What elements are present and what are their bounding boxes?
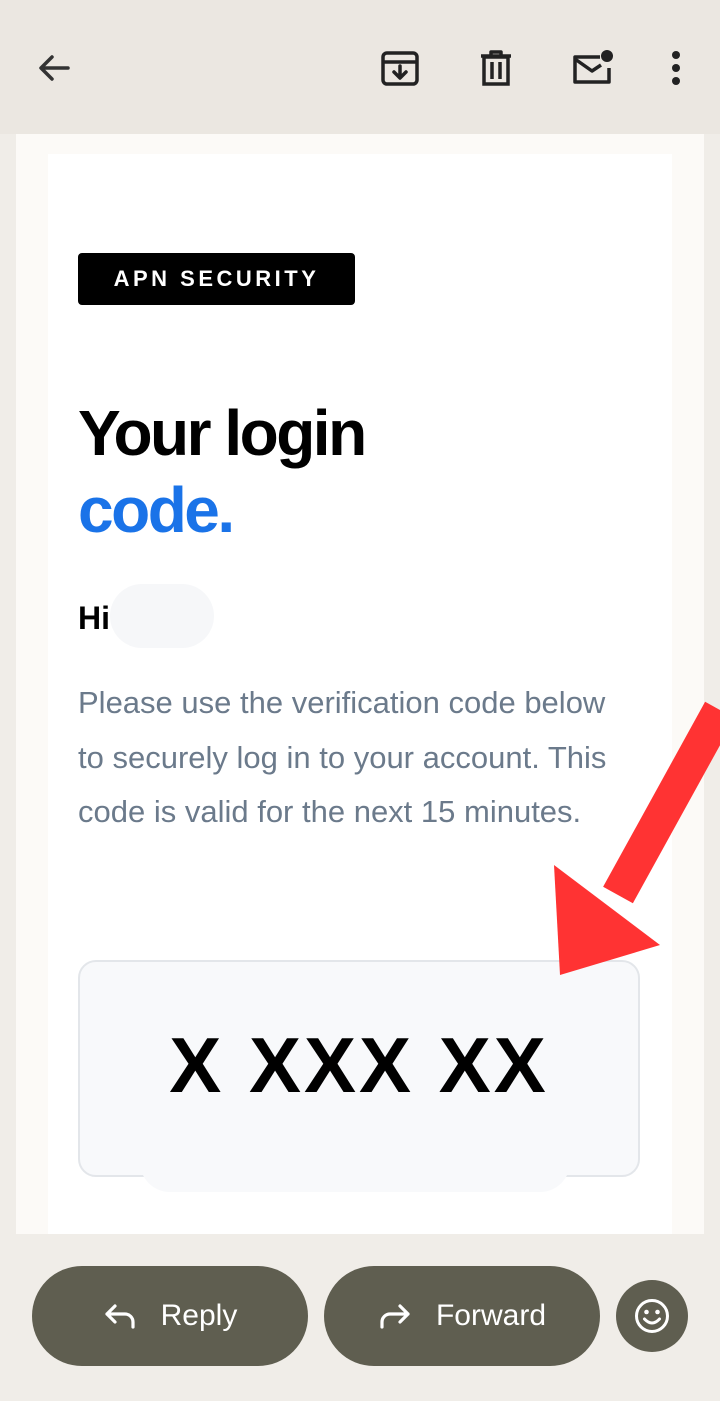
email-title-accent: code. xyxy=(78,474,235,546)
more-options-button[interactable] xyxy=(646,38,706,98)
reply-icon xyxy=(103,1301,137,1331)
forward-button[interactable]: Forward xyxy=(324,1266,600,1366)
code-box-overlay xyxy=(140,1160,570,1192)
emoji-react-icon xyxy=(635,1299,669,1333)
mail-unread-icon xyxy=(573,50,613,84)
mark-unread-button[interactable] xyxy=(562,38,622,98)
archive-icon xyxy=(381,51,419,86)
delete-button[interactable] xyxy=(466,38,526,98)
greeting: Hi xyxy=(78,600,110,636)
top-app-bar xyxy=(0,0,720,134)
email-body-text: Please use the verification code below t… xyxy=(78,685,607,829)
email-title: Your login xyxy=(78,397,367,469)
annotation-arrow-icon xyxy=(554,701,720,975)
back-button[interactable] xyxy=(24,38,84,98)
reply-button[interactable]: Reply xyxy=(32,1266,308,1366)
redacted-name xyxy=(110,584,214,648)
more-vert-icon xyxy=(672,51,680,85)
forward-label: Forward xyxy=(435,1299,547,1332)
archive-button[interactable] xyxy=(370,38,430,98)
sender-badge: APN SECURITY xyxy=(78,253,355,305)
emoji-react-button[interactable] xyxy=(616,1280,688,1352)
back-arrow-icon xyxy=(39,55,70,81)
reply-label: Reply xyxy=(160,1299,238,1332)
verification-code: X XXX XX xyxy=(169,1021,549,1109)
trash-icon xyxy=(481,50,511,86)
forward-icon xyxy=(378,1301,412,1331)
